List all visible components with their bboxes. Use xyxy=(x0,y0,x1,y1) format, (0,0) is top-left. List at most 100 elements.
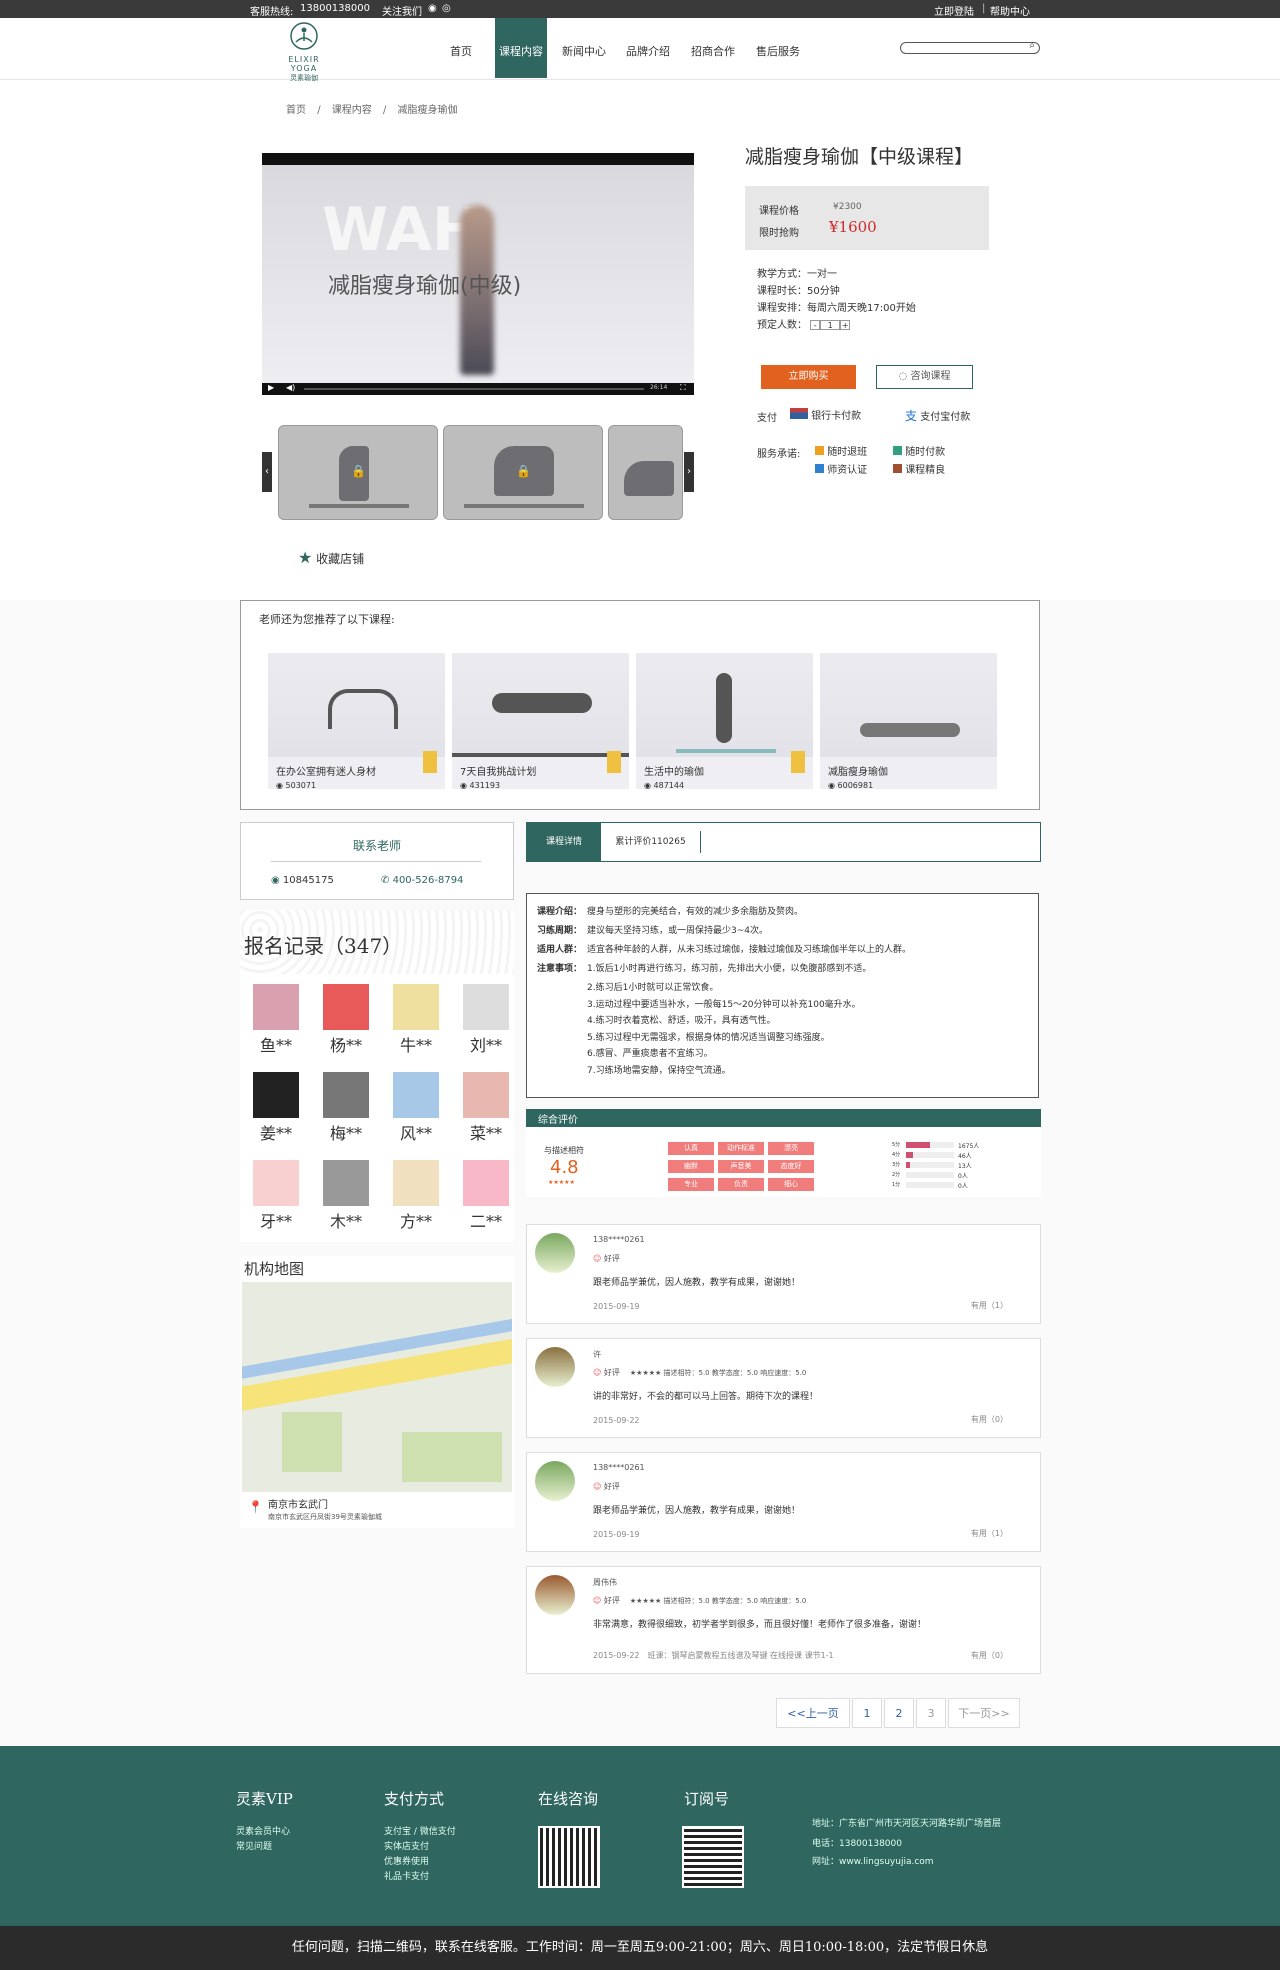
registrant: 鱼** xyxy=(246,984,306,1056)
prev-page-button[interactable]: <<上一页 xyxy=(776,1698,850,1728)
buy-now-button[interactable]: 立即购买 xyxy=(761,365,856,389)
thumb-prev-arrow[interactable]: ‹ xyxy=(262,452,272,492)
rating-tag[interactable]: 负责 xyxy=(718,1178,764,1191)
qty-plus-button[interactable]: + xyxy=(840,320,851,330)
yoga-mat xyxy=(676,749,776,753)
rating-tag[interactable]: 细心 xyxy=(768,1178,814,1191)
video-player[interactable]: WAH 减脂瘦身瑜伽(中级) ▶ ◀) 26:14 ⛶ xyxy=(262,153,694,395)
help-link[interactable]: 帮助中心 xyxy=(990,3,1030,18)
avatar xyxy=(253,984,299,1030)
bar-track xyxy=(906,1152,954,1158)
service-text: 随时退班 xyxy=(827,447,868,458)
footer-link[interactable]: 常见问题 xyxy=(236,1839,272,1852)
footer-web[interactable]: 网址：www.lingsuyujia.com xyxy=(812,1854,934,1867)
next-page-button[interactable]: 下一页>> xyxy=(948,1698,1020,1728)
tab-detail[interactable]: 课程详情 xyxy=(527,823,601,861)
footer-vip-heading: 灵素VIP xyxy=(236,1790,293,1808)
pay-label: 支付 xyxy=(757,413,777,424)
footer-link[interactable]: 礼品卡支付 xyxy=(384,1869,429,1882)
recommend-card-4[interactable]: 减脂瘦身瑜伽 ◉ 6006981 xyxy=(820,653,997,790)
rating-tag[interactable]: 认真 xyxy=(668,1142,714,1155)
map-view[interactable] xyxy=(242,1282,512,1492)
pay-ali-label: 支付宝付款 xyxy=(920,412,971,423)
lock-icon: 🔒 xyxy=(516,464,531,478)
wechat-icon[interactable]: ◎ xyxy=(442,3,451,14)
volume-icon[interactable]: ◀) xyxy=(286,383,295,392)
thumbnail-1[interactable]: 🔒 xyxy=(278,425,438,520)
logo[interactable]: ELIXIR YOGA 灵素瑜伽 xyxy=(274,22,334,82)
useful-button[interactable]: 有用（1） xyxy=(971,1528,1008,1539)
thumbnail-2[interactable]: 🔒 xyxy=(443,425,603,520)
registrant-name: 杨** xyxy=(329,1036,362,1055)
page-1-button[interactable]: 1 xyxy=(852,1698,882,1728)
review-item: 138****0261 ☺ 好评 跟老师品学兼优，因人施教，教学有成果，谢谢她！ 20… xyxy=(526,1224,1041,1324)
rating-tag[interactable]: 态度好 xyxy=(768,1160,814,1173)
service-label: 服务承诺: xyxy=(757,449,801,460)
tab-reviews[interactable]: 累计评价110265 xyxy=(601,831,701,853)
recommend-card-3[interactable]: 生活中的瑜伽 ◉ 487144 xyxy=(636,653,813,790)
crumb-courses[interactable]: 课程内容 xyxy=(332,105,372,116)
qty-input[interactable]: 1 xyxy=(820,320,841,330)
price-label: 课程价格 xyxy=(759,206,799,217)
qty-minus-button[interactable]: - xyxy=(810,320,821,330)
rating-tag[interactable]: 声音美 xyxy=(718,1160,764,1173)
review-date: 2015-09-22 xyxy=(593,1416,640,1425)
nav-brand[interactable]: 品牌介绍 xyxy=(622,18,674,78)
nav-home[interactable]: 首页 xyxy=(440,18,482,78)
thumb-next-arrow[interactable]: › xyxy=(684,452,694,492)
footer-link[interactable]: 实体店支付 xyxy=(384,1839,429,1852)
qq-contact[interactable]: ◉ 10845175 xyxy=(271,875,334,886)
map-pin-icon: 📍 xyxy=(248,1500,263,1514)
rating-heading: 综合评价 xyxy=(526,1109,1041,1127)
nav-courses[interactable]: 课程内容 xyxy=(495,18,547,78)
useful-button[interactable]: 有用（1） xyxy=(971,1300,1008,1311)
registrant: 木** xyxy=(316,1160,376,1232)
collect-shop[interactable]: ★ 收藏店铺 xyxy=(298,548,364,567)
pay-bank-option[interactable]: 银行卡付款 xyxy=(790,407,861,422)
yoga-mat xyxy=(452,753,629,757)
lock-icon: 🔒 xyxy=(351,464,366,478)
detail-line: 6.感冒、严重痰患者不宜练习。 xyxy=(537,1046,713,1059)
detail-line: 习练周期： 建议每天坚持习练，或一周保持最少3~4次。 xyxy=(537,923,768,936)
search-input[interactable]: ⌕ xyxy=(900,40,1040,54)
login-link[interactable]: 立即登陆 xyxy=(934,3,974,18)
play-icon[interactable]: ▶ xyxy=(268,383,274,392)
avatar xyxy=(323,1072,369,1118)
weibo-icon[interactable]: ◉ xyxy=(428,3,437,14)
phone-contact[interactable]: ✆ 400-526-8794 xyxy=(381,875,463,886)
pay-alipay-option[interactable]: 支 支付宝付款 xyxy=(905,407,970,424)
service-2: 随时付款 xyxy=(893,443,945,458)
footer-link[interactable]: 优惠券使用 xyxy=(384,1854,429,1867)
search-icon[interactable]: ⌕ xyxy=(1029,40,1035,51)
thumbnail-3[interactable] xyxy=(608,425,683,520)
qty-row: 预定人数： -1 + xyxy=(757,316,851,331)
service-icon xyxy=(893,464,902,473)
nav-aftersales[interactable]: 售后服务 xyxy=(752,18,804,78)
page-3-button[interactable]: 3 xyxy=(916,1698,946,1728)
useful-button[interactable]: 有用（0） xyxy=(971,1650,1008,1661)
progress-bar[interactable] xyxy=(304,388,644,390)
consult-button[interactable]: ◌ 咨询课程 xyxy=(876,365,973,389)
recommend-card-1[interactable]: 在办公室拥有迷人身材 ◉ 503071 xyxy=(268,653,445,790)
page-2-button[interactable]: 2 xyxy=(884,1698,914,1728)
crumb-home[interactable]: 首页 xyxy=(286,105,306,116)
avatar xyxy=(393,1072,439,1118)
follow-link[interactable]: 关注我们 xyxy=(382,3,422,18)
useful-button[interactable]: 有用（0） xyxy=(971,1414,1008,1425)
avatar xyxy=(393,1160,439,1206)
recommend-card-2[interactable]: 7天自我挑战计划 ◉ 431193 xyxy=(452,653,629,790)
footer-link[interactable]: 支付宝 / 微信支付 xyxy=(384,1824,456,1837)
footer-notice: 任何问题，扫描二维码，联系在线客服。工作时间：周一至周五9:00-21:00；周… xyxy=(0,1926,1280,1970)
detail-line: 5.练习过程中无需强求，根据身体的情况适当调整习练强度。 xyxy=(537,1030,830,1043)
nav-franchise[interactable]: 招商合作 xyxy=(687,18,739,78)
course-views: ◉ 6006981 xyxy=(828,781,874,790)
views-count: 487144 xyxy=(653,781,685,790)
rating-tag[interactable]: 动作标准 xyxy=(718,1142,764,1155)
fullscreen-icon[interactable]: ⛶ xyxy=(680,383,686,393)
nav-news[interactable]: 新闻中心 xyxy=(558,18,610,78)
rating-tag[interactable]: 漂亮 xyxy=(768,1142,814,1155)
footer-link[interactable]: 灵素会员中心 xyxy=(236,1824,290,1837)
rating-tag[interactable]: 专业 xyxy=(668,1178,714,1191)
detail-value: 50分钟 xyxy=(807,286,840,297)
rating-tag[interactable]: 幽默 xyxy=(668,1160,714,1173)
